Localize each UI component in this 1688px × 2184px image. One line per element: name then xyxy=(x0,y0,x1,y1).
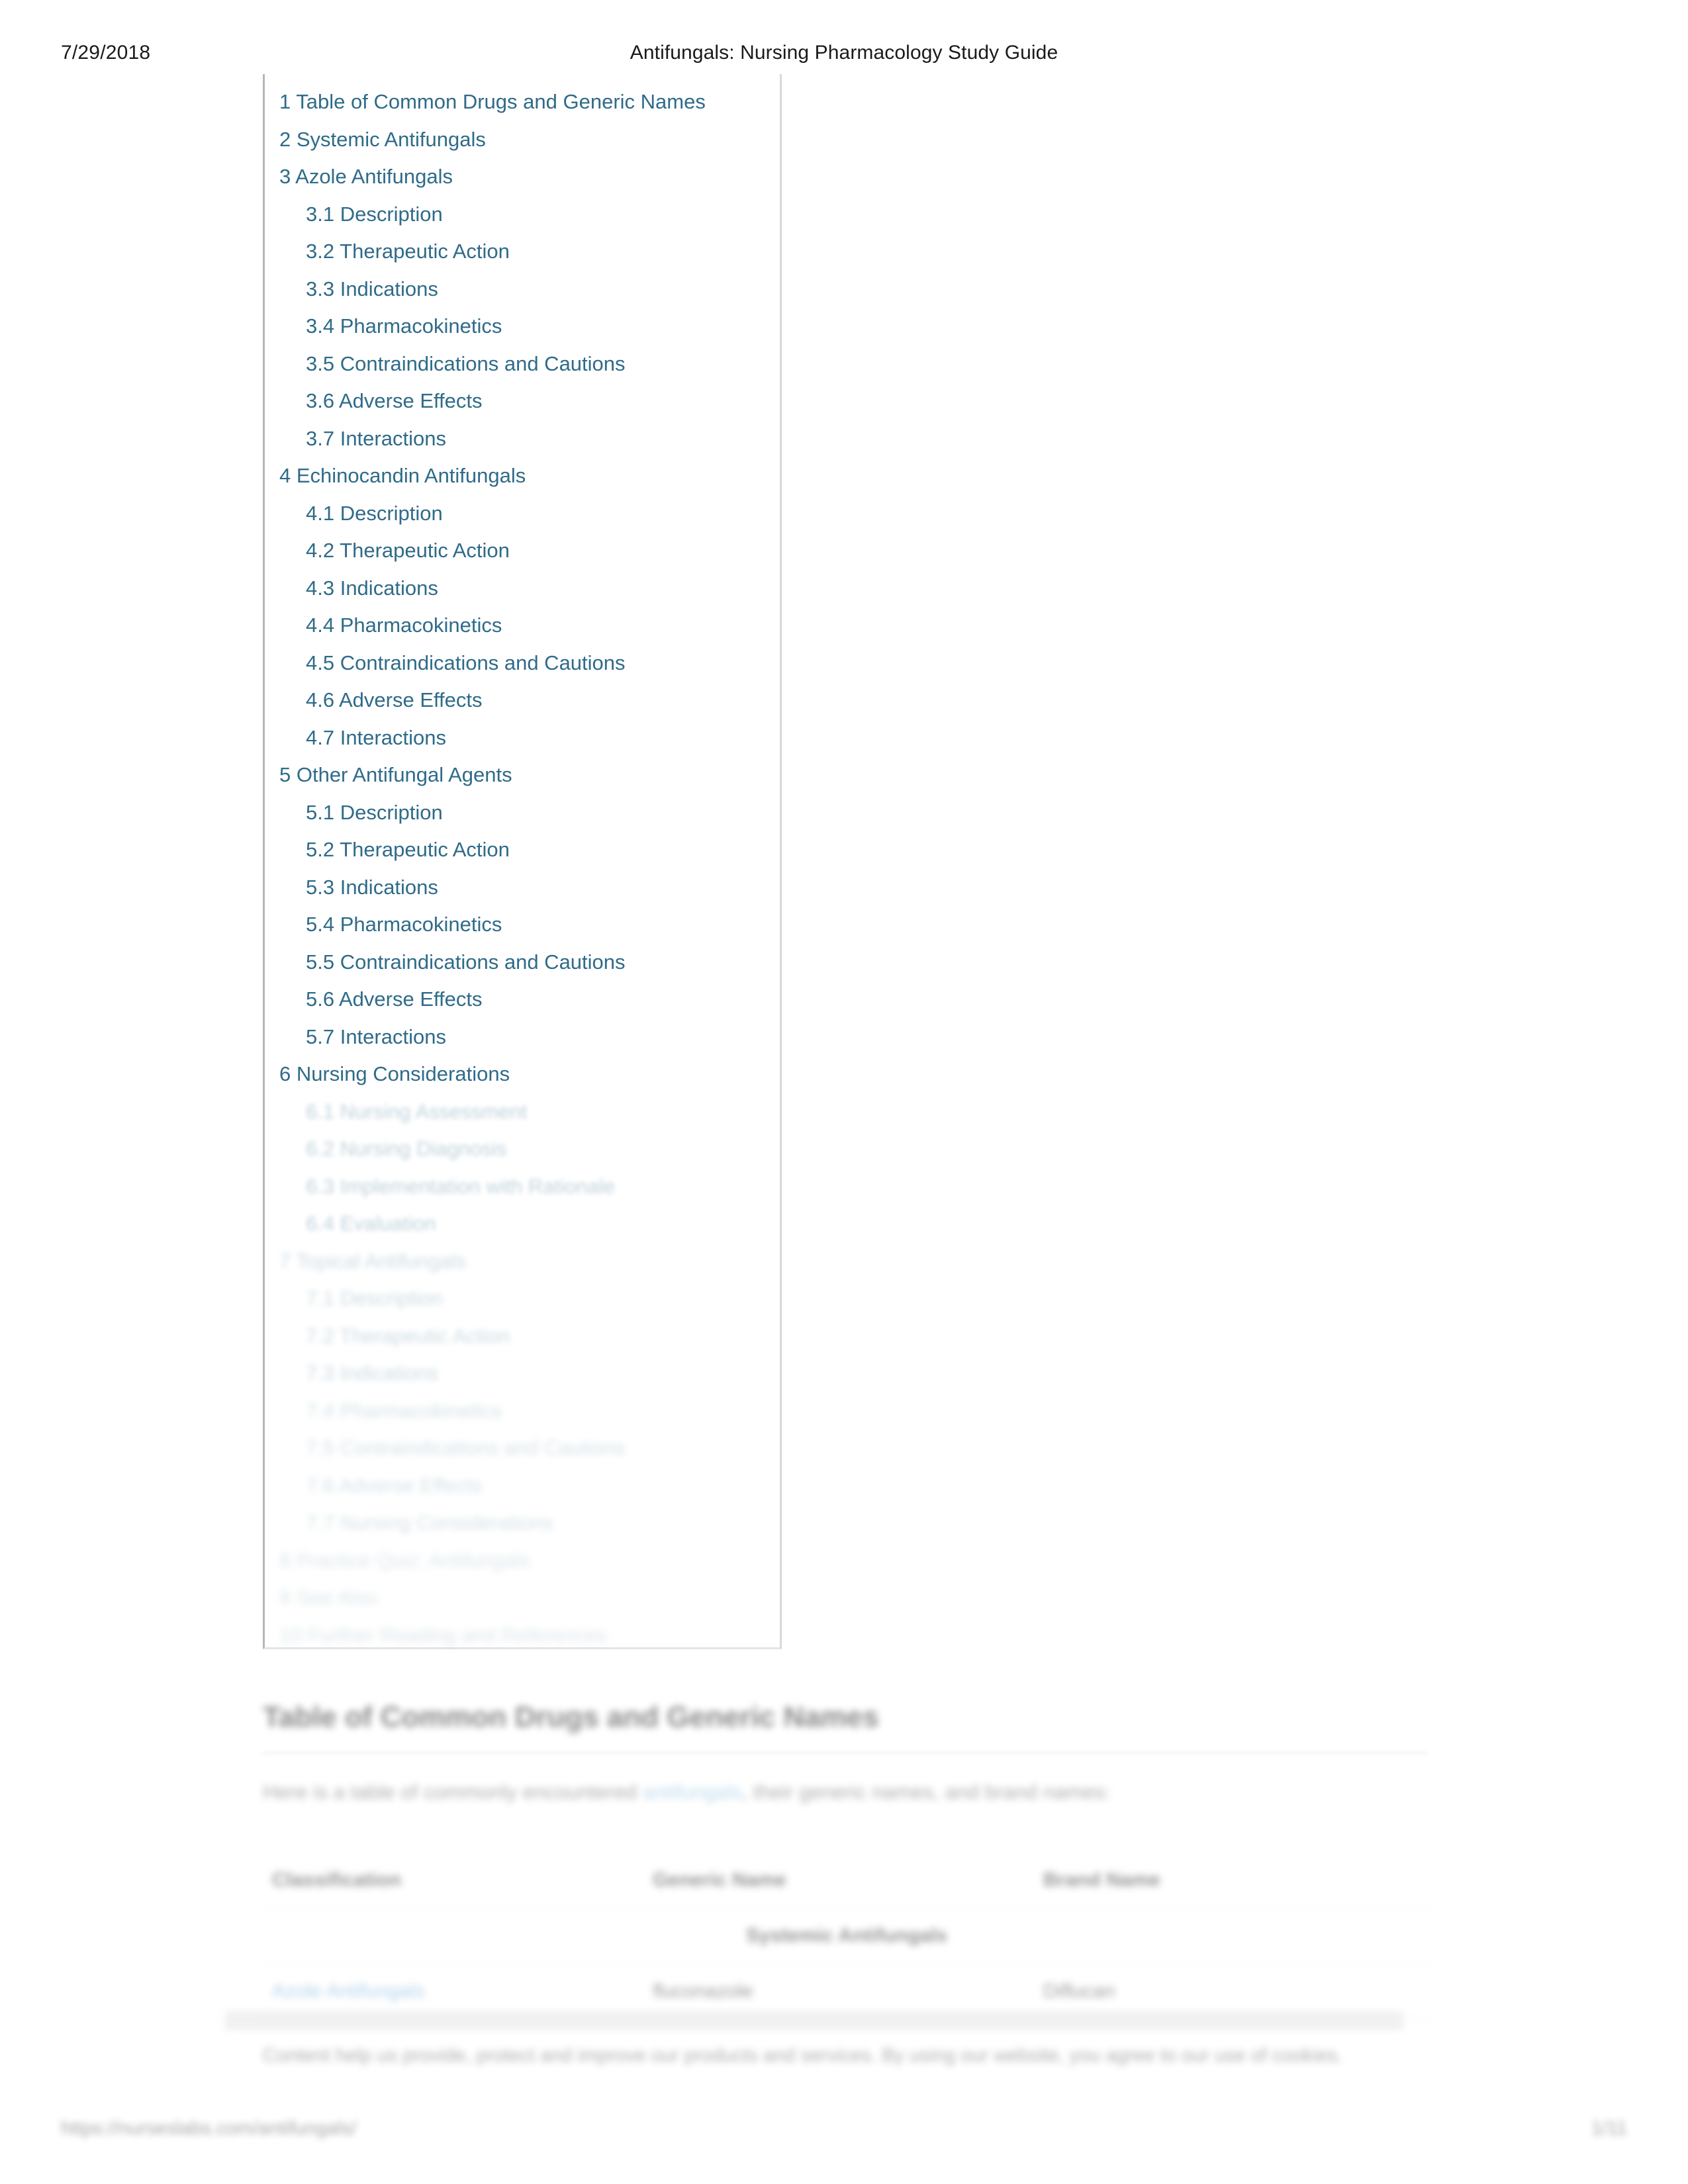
toc-item[interactable]: 8 Practice Quiz: Antifungals xyxy=(265,1542,780,1580)
page-title: Antifungals: Nursing Pharmacology Study … xyxy=(630,42,1058,64)
toc-item[interactable]: 7.4 Pharmacokinetics xyxy=(265,1392,780,1430)
toc-item[interactable]: 7.6 Adverse Effects xyxy=(265,1467,780,1505)
column-header-generic-name: Generic Name xyxy=(643,1853,1034,1909)
toc-item[interactable]: 5.2 Therapeutic Action xyxy=(265,831,780,869)
footer-page-number: 1/11 xyxy=(1591,2118,1627,2139)
toc-item[interactable]: 5.1 Description xyxy=(265,794,780,832)
toc-item[interactable]: 6.4 Evaluation xyxy=(265,1205,780,1243)
toc-item[interactable]: 3.3 Indications xyxy=(265,271,780,308)
toc-item[interactable]: 5.3 Indications xyxy=(265,869,780,907)
toc-item[interactable]: 2 Systemic Antifungals xyxy=(265,121,780,159)
table-group-row: Systemic Antifungals xyxy=(263,1908,1428,1964)
print-page: 7/29/2018 Antifungals: Nursing Pharmacol… xyxy=(0,0,1688,2184)
antifungals-link[interactable]: antifungals xyxy=(643,1780,742,1803)
toc-item[interactable]: 6.1 Nursing Assessment xyxy=(265,1093,780,1131)
toc-item[interactable]: 10 Further Reading and References xyxy=(265,1617,780,1655)
toc-item[interactable]: 6 Nursing Considerations xyxy=(265,1056,780,1093)
toc-item[interactable]: 3.7 Interactions xyxy=(265,420,780,458)
toc-item[interactable]: 1 Table of Common Drugs and Generic Name… xyxy=(265,83,780,121)
toc-item[interactable]: 3.5 Contraindications and Cautions xyxy=(265,345,780,383)
paragraph-text-tail: , their generic names, and brand names: xyxy=(741,1780,1111,1803)
drug-table-body: Systemic Antifungals Azole Antifungals fl… xyxy=(263,1908,1428,2020)
toc-item[interactable]: 7.7 Nursing Considerations xyxy=(265,1504,780,1542)
toc-item[interactable]: 4.5 Contraindications and Cautions xyxy=(265,645,780,682)
heading-divider xyxy=(263,1752,1428,1754)
toc-item[interactable]: 5.7 Interactions xyxy=(265,1019,780,1056)
toc-item[interactable]: 4 Echinocandin Antifungals xyxy=(265,457,780,495)
toc-item[interactable]: 3.1 Description xyxy=(265,196,780,234)
table-header-row: Classification Generic Name Brand Name xyxy=(263,1853,1428,1909)
print-header: 7/29/2018 Antifungals: Nursing Pharmacol… xyxy=(0,36,1688,69)
toc-item[interactable]: 5 Other Antifungal Agents xyxy=(265,756,780,794)
paragraph-text-lead: Here is a table of commonly encountered xyxy=(263,1780,643,1803)
toc-item[interactable]: 3.4 Pharmacokinetics xyxy=(265,308,780,345)
column-header-brand-name: Brand Name xyxy=(1034,1853,1428,1909)
toc-item[interactable]: 4.7 Interactions xyxy=(265,719,780,757)
toc-item[interactable]: 5.5 Contraindications and Cautions xyxy=(265,944,780,981)
toc-item[interactable]: 6.3 Implementation with Rationale xyxy=(265,1168,780,1206)
cookie-banner xyxy=(225,2011,1403,2030)
toc-item[interactable]: 4.1 Description xyxy=(265,495,780,533)
intro-paragraph: Here is a table of commonly encountered … xyxy=(263,1780,1454,1804)
toc-item[interactable]: 3.2 Therapeutic Action xyxy=(265,233,780,271)
footer-url: https://nurseslabs.com/antifungals/ xyxy=(61,2118,357,2139)
toc-item[interactable]: 6.2 Nursing Diagnosis xyxy=(265,1130,780,1168)
toc-item[interactable]: 7.2 Therapeutic Action xyxy=(265,1318,780,1355)
toc-item[interactable]: 4.3 Indications xyxy=(265,570,780,608)
section-heading: Table of Common Drugs and Generic Names xyxy=(263,1701,879,1733)
toc-item[interactable]: 5.6 Adverse Effects xyxy=(265,981,780,1019)
toc-item[interactable]: 5.4 Pharmacokinetics xyxy=(265,906,780,944)
drug-table-head: Classification Generic Name Brand Name xyxy=(263,1853,1428,1909)
cookie-notice-text: Content help us provide, protect and imp… xyxy=(263,2045,1343,2066)
toc-item[interactable]: 4.2 Therapeutic Action xyxy=(265,532,780,570)
toc-item[interactable]: 3.6 Adverse Effects xyxy=(265,383,780,420)
toc-item[interactable]: 7.5 Contraindications and Cautions xyxy=(265,1430,780,1467)
toc-item[interactable]: 9 See Also xyxy=(265,1579,780,1617)
column-header-classification: Classification xyxy=(263,1853,643,1909)
toc-item[interactable]: 3 Azole Antifungals xyxy=(265,158,780,196)
table-of-contents: 1 Table of Common Drugs and Generic Name… xyxy=(263,74,782,1649)
toc-item[interactable]: 7.1 Description xyxy=(265,1280,780,1318)
toc-list: 1 Table of Common Drugs and Generic Name… xyxy=(265,83,780,1654)
toc-item[interactable]: 7.3 Indications xyxy=(265,1355,780,1392)
toc-item[interactable]: 4.4 Pharmacokinetics xyxy=(265,607,780,645)
table-group-label: Systemic Antifungals xyxy=(263,1908,1428,1964)
drug-table: Classification Generic Name Brand Name S… xyxy=(263,1853,1428,2020)
toc-item[interactable]: 7 Topical Antifungals xyxy=(265,1243,780,1281)
toc-item[interactable]: 4.6 Adverse Effects xyxy=(265,682,780,719)
